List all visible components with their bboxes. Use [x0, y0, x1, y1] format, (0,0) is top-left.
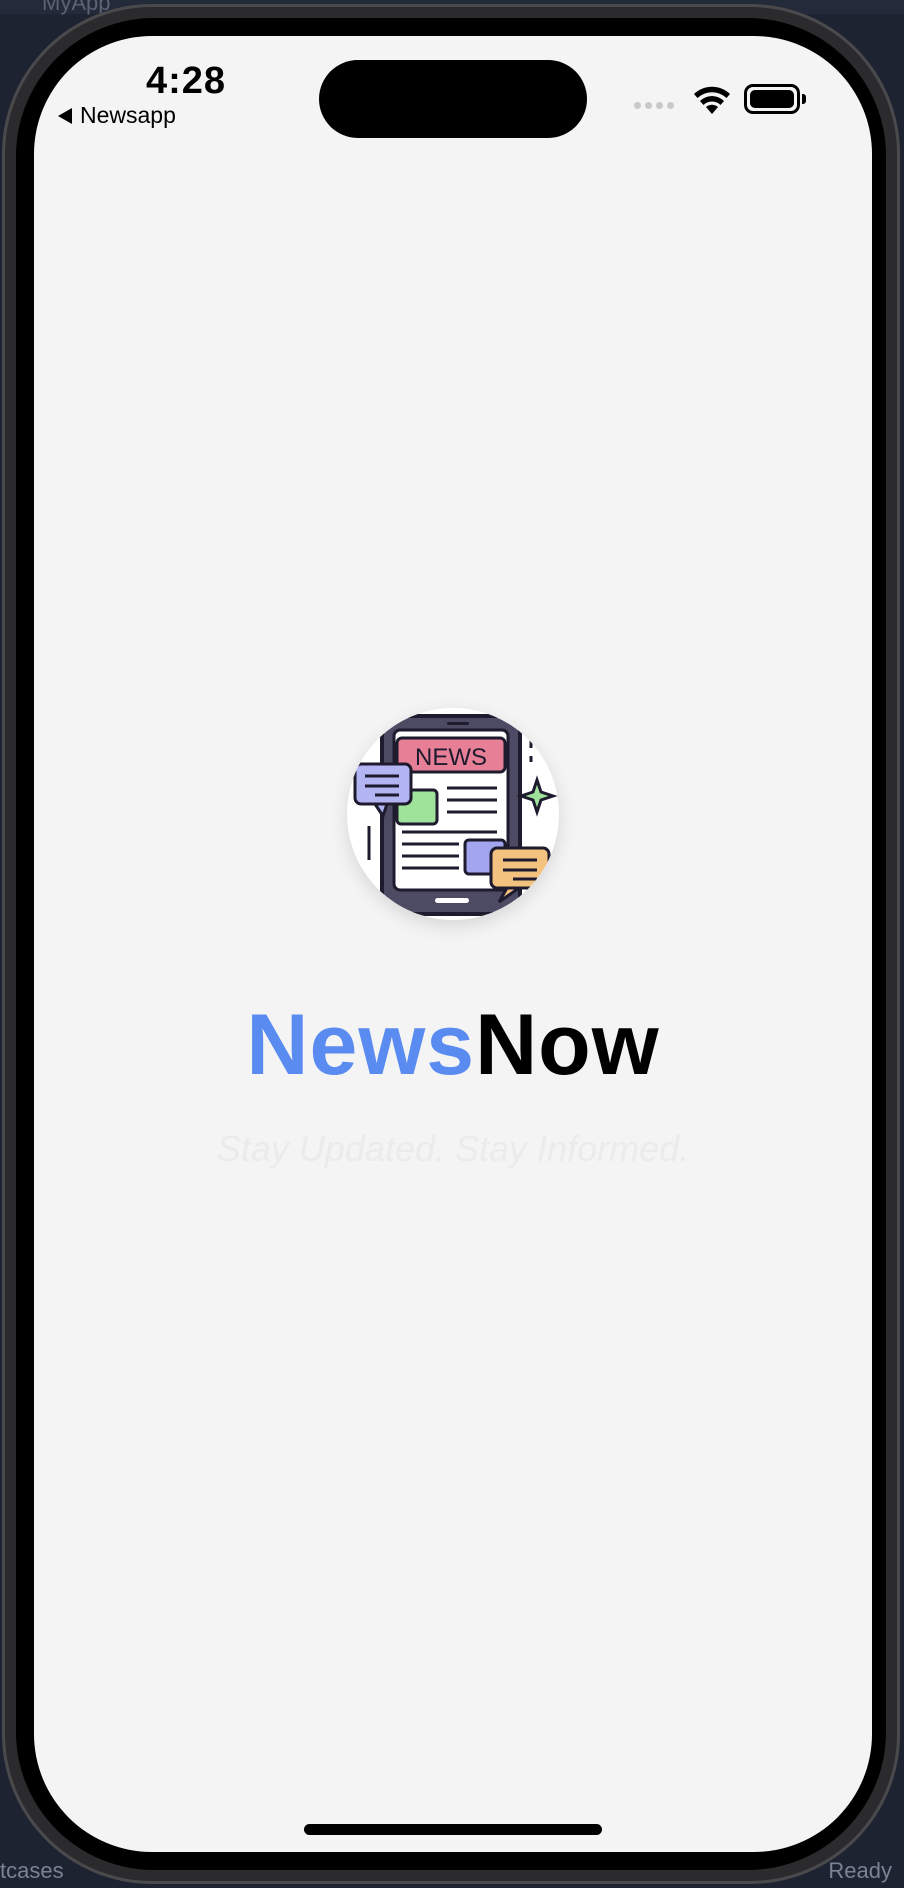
- back-link-label: Newsapp: [80, 102, 176, 128]
- home-indicator[interactable]: [304, 1824, 602, 1835]
- battery-tip: [802, 94, 806, 104]
- ide-status-left: tcases: [0, 1858, 64, 1883]
- app-title: NewsNow: [34, 996, 872, 1095]
- app-title-news: News: [246, 997, 476, 1093]
- wifi-icon: [694, 86, 730, 114]
- battery-icon: [744, 84, 800, 114]
- device-screen: 4:28 Newsapp NEWS NewsNow Stay Updated. …: [34, 36, 872, 1852]
- app-logo: NEWS: [347, 708, 559, 920]
- cellular-signal-icon: [634, 102, 674, 109]
- status-time: 4:28: [146, 60, 227, 102]
- ide-status-right: Ready: [828, 1858, 892, 1883]
- back-arrow-icon: [58, 107, 72, 124]
- back-to-app-link[interactable]: Newsapp: [58, 102, 176, 129]
- news-badge-text: NEWS: [415, 744, 487, 771]
- dynamic-island: [319, 60, 587, 138]
- app-title-now: Now: [475, 997, 660, 1093]
- newspaper-tablet-icon: NEWS: [353, 714, 558, 916]
- app-tagline: Stay Updated. Stay Informed.: [216, 1128, 690, 1169]
